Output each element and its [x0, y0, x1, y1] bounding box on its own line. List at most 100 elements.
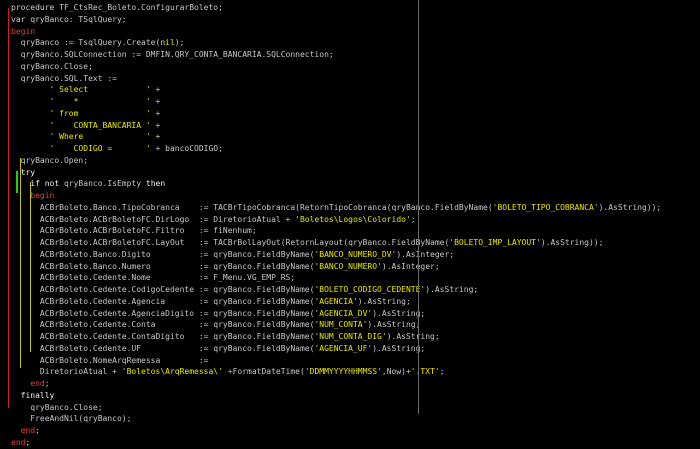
token-tx [11, 144, 50, 153]
code-line[interactable]: ACBrBoleto.ACBrBoletoFC.Filtro := fiNenh… [0, 225, 700, 237]
token-st: ' from ' [49, 108, 151, 118]
token-st: ' Where ' [49, 132, 151, 142]
code-line[interactable]: finally [0, 390, 700, 402]
token-tx: ; [44, 379, 50, 388]
code-text: end; [11, 437, 30, 449]
token-st: 'Boletos\ArqRemessa\' [121, 367, 223, 377]
code-line[interactable]: begin [0, 26, 700, 38]
code-line[interactable]: var qryBanco: TSqlQuery; [0, 14, 700, 26]
code-line[interactable]: ACBrBoleto.Cedente.UF := qryBanco.FieldB… [0, 343, 700, 355]
code-text: ACBrBoleto.Cedente.CodigoCedente := qryB… [11, 284, 478, 296]
code-line[interactable]: ACBrBoleto.Cedente.Conta := qryBanco.Fie… [0, 319, 700, 331]
code-text: qryBanco.SQLConnection := DMFIN.QRY_CONT… [11, 49, 334, 61]
token-kw: end [11, 437, 26, 447]
token-tx: qryBanco.Close; [11, 402, 103, 412]
code-line[interactable]: ACBrBoleto.Banco.TipoCobranca := TACBrTi… [0, 202, 700, 214]
code-line[interactable]: ' CONTA_BANCARIA ' + [0, 120, 700, 132]
code-line[interactable]: ACBrBoleto.Cedente.AgenciaDigito := qryB… [0, 308, 700, 320]
token-tx [11, 426, 21, 435]
code-line[interactable]: ACBrBoleto.NomeArqRemessa := [0, 355, 700, 367]
code-line[interactable]: ACBrBoleto.Cedente.Agencia := qryBanco.F… [0, 296, 700, 308]
token-tx: + [150, 132, 161, 142]
token-tx: ACBrBoleto.Cedente.Nome := F_Menu.VG_EMP… [11, 273, 296, 283]
code-line[interactable]: ACBrBoleto.Cedente.CodigoCedente := qryB… [0, 284, 700, 296]
token-tx: ; [35, 426, 40, 435]
token-st: ' * ' [49, 97, 151, 106]
code-text: qryBanco.Close; [11, 61, 93, 73]
token-tx: DiretorioAtual + [11, 367, 122, 377]
token-st: 'DDMMYYYYHHMMSS' [304, 367, 382, 377]
code-text: ACBrBoleto.Cedente.AgenciaDigito := qryB… [11, 308, 425, 320]
code-line[interactable]: qryBanco.Close; [0, 402, 700, 414]
code-editor[interactable]: procedure TF_CtsRec_Boleto.ConfigurarBol… [0, 0, 700, 447]
code-text: ACBrBoleto.Banco.TipoCobranca := TACBrTi… [11, 202, 661, 214]
code-line[interactable]: qryBanco := TsqlQuery.Create(nil); [0, 37, 700, 49]
token-tx: ).AsString)); [540, 238, 604, 247]
code-line[interactable]: ' CODIGO = ' + bancoCODIGO; [0, 143, 700, 155]
token-kw: then [145, 179, 166, 189]
token-st: ' Select ' [49, 85, 151, 95]
token-kw: end [20, 426, 36, 435]
code-line[interactable]: ACBrBoleto.ACBrBoletoFC.DirLogo := Diret… [0, 214, 700, 226]
code-line[interactable]: FreeAndNil(qryBanco); [0, 413, 700, 425]
token-tx [11, 97, 50, 106]
code-line[interactable]: procedure TF_CtsRec_Boleto.ConfigurarBol… [0, 2, 700, 14]
code-line[interactable]: ACBrBoleto.ACBrBoletoFC.LayOut := TACBrB… [0, 237, 700, 249]
token-tx: ACBrBoleto.Cedente.ContaDigito := qryBan… [11, 332, 315, 341]
token-st: 'NUM_CONTA_DIG' [314, 332, 387, 341]
token-tx: ACBrBoleto.Cedente.AgenciaDigito := qryB… [11, 308, 315, 318]
token-tx: ).AsString; [367, 320, 421, 330]
token-tx: qryBanco.IsEmpty [63, 179, 146, 189]
code-line[interactable]: ACBrBoleto.Banco.Numero := qryBanco.Fiel… [0, 261, 700, 273]
fold-line-try [20, 158, 21, 368]
token-tx: + [150, 120, 161, 130]
token-tx: + [150, 97, 161, 106]
code-line[interactable]: end; [0, 378, 700, 390]
token-tx: ; [410, 214, 416, 224]
token-st: 'BANCO_NUMERO' [314, 261, 382, 271]
token-kw: procedure [11, 3, 60, 12]
code-line[interactable]: ' from ' + [0, 108, 700, 120]
code-text: ' * ' + [11, 96, 161, 108]
code-line[interactable]: ' Select ' + [0, 84, 700, 96]
code-line[interactable]: ACBrBoleto.Cedente.Nome := F_Menu.VG_EMP… [0, 272, 700, 284]
token-tx: ).AsString)); [598, 202, 662, 212]
code-line[interactable]: end; [0, 437, 700, 449]
code-text: ACBrBoleto.ACBrBoletoFC.LayOut := TACBrB… [11, 237, 604, 249]
token-st: 'BOLETO_CODIGO_CEDENTE' [314, 285, 426, 294]
token-nil: nil [160, 38, 175, 48]
code-line[interactable]: qryBanco.Open; [0, 155, 700, 167]
token-tx [11, 391, 21, 400]
code-line[interactable]: ' * ' + [0, 96, 700, 108]
code-text: ACBrBoleto.Cedente.UF := qryBanco.FieldB… [11, 343, 425, 355]
token-tx: ACBrBoleto.Cedente.UF := qryBanco.FieldB… [11, 343, 315, 353]
code-text: qryBanco.Close; [11, 402, 103, 414]
token-tx: ACBrBoleto.Cedente.Agencia := qryBanco.F… [11, 296, 315, 306]
code-line[interactable]: try [0, 167, 700, 179]
code-line[interactable]: ACBrBoleto.Cedente.ContaDigito := qryBan… [0, 331, 700, 343]
code-text: var qryBanco: TSqlQuery; [11, 14, 127, 26]
code-line[interactable]: DiretorioAtual + 'Boletos\ArqRemessa\' +… [0, 366, 700, 378]
code-line[interactable]: ACBrBoleto.Banco.Digito := qryBanco.Fiel… [0, 249, 700, 261]
token-tx [11, 132, 50, 141]
code-line[interactable]: ' Where ' + [0, 131, 700, 143]
code-line[interactable]: qryBanco.Close; [0, 61, 700, 73]
code-line[interactable]: if not qryBanco.IsEmpty then [0, 178, 700, 190]
token-st: ' CONTA_BANCARIA ' [49, 120, 151, 130]
code-line[interactable]: qryBanco.SQL.Text := [0, 73, 700, 85]
token-tx: qryBanco.Open; [11, 155, 89, 165]
token-tx [11, 109, 50, 118]
code-line[interactable]: begin [0, 190, 700, 202]
code-text: qryBanco := TsqlQuery.Create(nil); [11, 37, 185, 49]
token-kw: finally [20, 390, 55, 400]
right-margin-guide [418, 0, 419, 414]
token-tx: ACBrBoleto.Cedente.Conta := qryBanco.Fie… [11, 320, 315, 330]
code-text: begin [11, 26, 35, 38]
code-line[interactable]: qryBanco.SQLConnection := DMFIN.QRY_CONT… [0, 49, 700, 61]
code-line[interactable]: end; [0, 425, 700, 437]
token-st: '.TXT' [410, 367, 440, 377]
token-kw: if not [30, 179, 64, 189]
token-st: 'AGENCIA' [314, 296, 358, 306]
token-tx: qryBanco := TsqlQuery.Create( [11, 38, 161, 48]
token-tx: + [150, 85, 161, 95]
